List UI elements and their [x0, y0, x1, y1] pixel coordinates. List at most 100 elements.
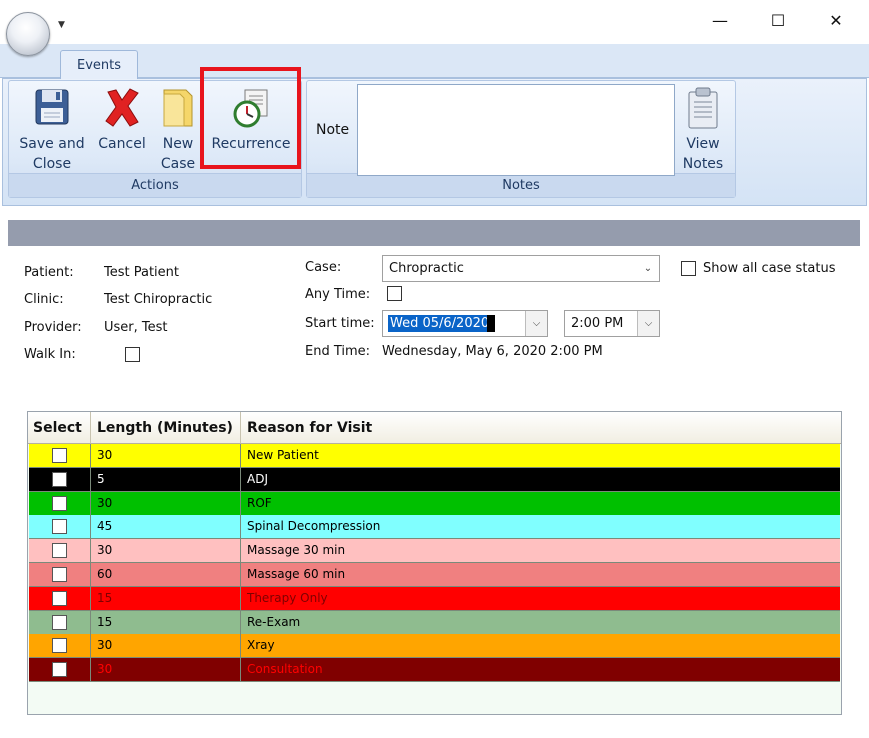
row-select-checkbox[interactable] [52, 662, 67, 678]
any-time-checkbox[interactable] [387, 286, 402, 301]
length-cell: 60 [91, 563, 241, 586]
actions-group-label: Actions [9, 173, 301, 197]
chevron-down-icon[interactable]: ⌵ [525, 311, 547, 336]
row-select-checkbox[interactable] [52, 614, 67, 630]
table-row[interactable]: 30 New Patient [29, 444, 840, 468]
row-select-checkbox[interactable] [52, 495, 67, 511]
walk-in-checkbox[interactable] [125, 347, 140, 362]
reason-cell: Massage 60 min [247, 567, 346, 581]
clipboard-icon [688, 87, 718, 129]
reason-cell: Massage 30 min [247, 543, 346, 558]
case-dropdown-value: Chropractic [389, 261, 464, 276]
recurrence-clock-icon [233, 89, 268, 128]
table-row[interactable]: 30 ROF [29, 491, 840, 516]
chevron-down-icon[interactable]: ⌄ [637, 256, 659, 281]
recurrence-label: Recurrence [211, 136, 291, 152]
row-select-checkbox[interactable] [52, 519, 67, 535]
note-label: Note [316, 122, 350, 138]
new-case-label: New Case [160, 136, 196, 172]
end-time-value: Wednesday, May 6, 2020 2:00 PM [382, 344, 603, 359]
show-all-case-status-checkbox[interactable] [681, 261, 696, 276]
select-cell [29, 539, 91, 563]
start-time-label: Start time: [305, 316, 375, 331]
header-separator-bar [8, 220, 860, 246]
provider-value: User, Test [104, 320, 168, 335]
length-cell: 30 [91, 444, 241, 467]
row-select-checkbox[interactable] [52, 567, 67, 582]
row-select-checkbox[interactable] [52, 471, 67, 487]
length-cell: 15 [91, 586, 241, 610]
reason-cell: ADJ [247, 471, 268, 486]
patient-value: Test Patient [104, 265, 179, 280]
new-case-button[interactable]: New Case [156, 86, 200, 174]
walk-in-label: Walk In: [24, 347, 76, 362]
note-textbox[interactable] [357, 84, 675, 176]
select-cell [29, 563, 91, 586]
row-select-checkbox[interactable] [52, 590, 67, 606]
save-and-close-button[interactable]: Save and Close [18, 86, 86, 174]
maximize-button[interactable]: ☐ [749, 0, 807, 40]
select-cell [29, 586, 91, 610]
length-cell: 30 [91, 634, 241, 658]
view-notes-label: View Notes [682, 136, 724, 172]
cancel-label: Cancel [98, 136, 146, 152]
tab-events[interactable]: Events [60, 50, 138, 79]
any-time-label: Any Time: [305, 287, 371, 302]
column-header-select[interactable]: Select [28, 412, 91, 444]
row-select-checkbox[interactable] [52, 638, 67, 654]
table-row[interactable]: 5 ADJ [29, 467, 840, 492]
table-row[interactable]: 45 Spinal Decompression [29, 515, 840, 540]
reason-cell: Re-Exam [247, 614, 301, 629]
table-row[interactable]: 60 Massage 60 min [29, 563, 840, 587]
patient-label: Patient: [24, 265, 74, 280]
table-row[interactable]: 15 Re-Exam [29, 610, 840, 635]
column-header-length[interactable]: Length (Minutes) [91, 412, 241, 444]
view-notes-button[interactable]: View Notes [680, 86, 726, 174]
clinic-value: Test Chiropractic [104, 292, 213, 307]
minimize-button[interactable]: — [691, 0, 749, 40]
start-date-value: Wed 05/6/2020 [388, 315, 492, 332]
chevron-down-icon[interactable]: ⌵ [637, 311, 659, 336]
length-cell: 15 [91, 610, 241, 634]
table-row[interactable]: 30 Xray [29, 634, 840, 659]
notes-group-label: Notes [307, 173, 735, 197]
length-cell: 30 [91, 539, 241, 563]
red-x-icon [105, 88, 139, 127]
start-time-picker[interactable]: 2:00 PM ⌵ [564, 310, 660, 337]
length-cell: 45 [91, 515, 241, 539]
reason-cell: Consultation [247, 662, 323, 677]
column-header-reason[interactable]: Reason for Visit [241, 412, 841, 444]
reason-cell: Spinal Decompression [247, 519, 381, 534]
case-label: Case: [305, 260, 342, 275]
length-cell: 5 [91, 467, 241, 491]
select-cell [29, 610, 91, 634]
start-time-value: 2:00 PM [571, 316, 624, 331]
application-orb-button[interactable] [6, 12, 50, 56]
row-select-checkbox[interactable] [52, 543, 67, 559]
select-cell [29, 658, 91, 682]
length-cell: 30 [91, 491, 241, 515]
select-cell [29, 491, 91, 515]
start-date-picker[interactable]: Wed 05/6/2020 ⌵ [382, 310, 548, 337]
row-select-checkbox[interactable] [52, 448, 67, 463]
quick-access-dropdown-icon[interactable]: ▼ [58, 20, 65, 30]
case-dropdown[interactable]: Chropractic ⌄ [382, 255, 660, 282]
length-cell: 30 [91, 658, 241, 682]
reason-cell: ROF [247, 495, 272, 510]
table-row[interactable]: 30 Massage 30 min [29, 539, 840, 564]
text-caret [487, 315, 495, 332]
table-row[interactable]: 15 Therapy Only [29, 586, 840, 611]
folder-icon [163, 89, 193, 127]
cancel-button[interactable]: Cancel [94, 86, 150, 154]
select-cell [29, 515, 91, 539]
reason-cell: Therapy Only [247, 590, 328, 605]
close-button[interactable]: ✕ [807, 0, 865, 40]
floppy-disk-icon [35, 89, 69, 125]
table-row[interactable]: 30 Consultation [29, 658, 840, 683]
clinic-label: Clinic: [24, 292, 64, 307]
show-all-case-status-label: Show all case status [703, 261, 836, 276]
recurrence-button[interactable]: Recurrence [208, 86, 294, 154]
reason-cell: Xray [247, 638, 275, 653]
end-time-label: End Time: [305, 344, 371, 359]
save-and-close-label: Save and Close [19, 136, 85, 172]
